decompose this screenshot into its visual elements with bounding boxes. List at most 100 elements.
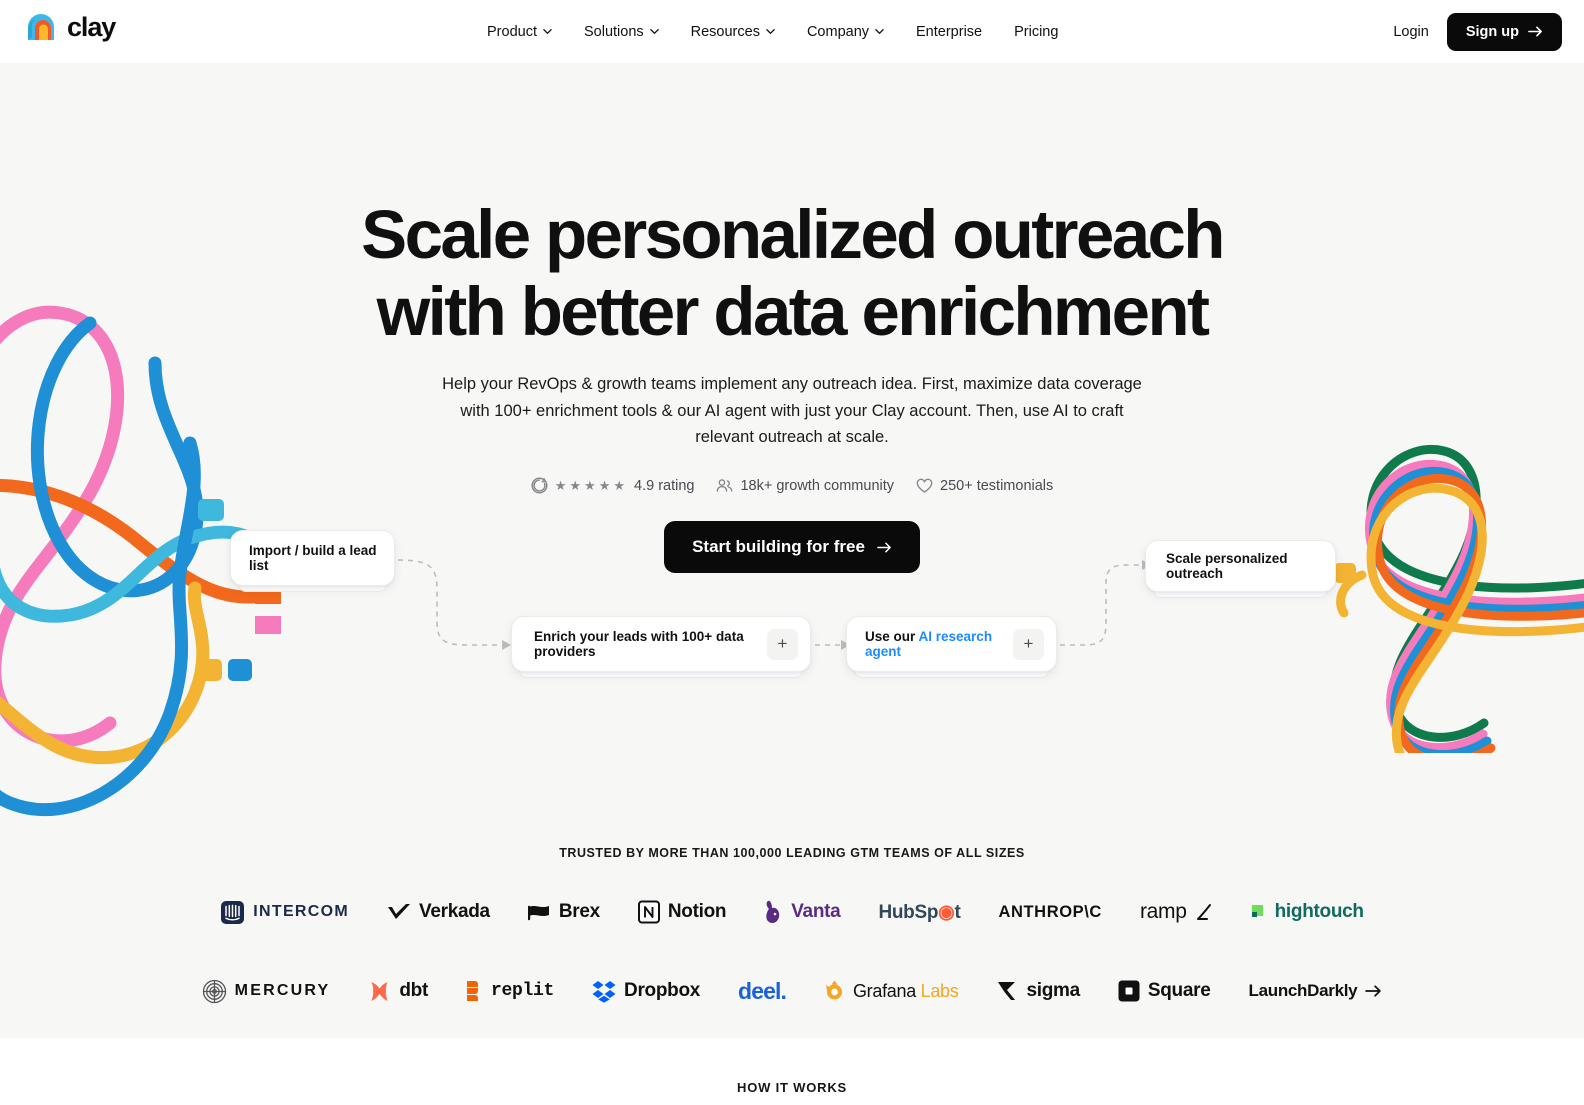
brand-mercury: MERCURY	[202, 972, 331, 1010]
community-label: 18k+ growth community	[740, 477, 895, 494]
flow-card-label-prefix: Use our	[865, 629, 919, 644]
star-icon: ★	[569, 478, 582, 493]
brand-verkada: Verkada	[387, 893, 490, 931]
logo-text: clay	[67, 12, 116, 42]
brand-name: ramp	[1139, 900, 1187, 923]
add-enrichment-button[interactable]: +	[767, 628, 798, 660]
auth-actions: Login Sign up	[1393, 0, 1562, 63]
nav-label: Resources	[690, 23, 760, 40]
arrow-right-icon	[1365, 985, 1382, 997]
brand-logo-row-1: INTERCOM Verkada Brex Notion Vanta HubSp…	[0, 893, 1584, 931]
flow-card-enrich[interactable]: Enrich your leads with 100+ data provide…	[511, 616, 811, 678]
chevron-down-icon	[766, 29, 775, 34]
headline-line-1: Scale personalized outreach	[361, 196, 1225, 273]
brand-vanta: Vanta	[764, 893, 841, 931]
brand-name: Grafana Labs	[852, 980, 959, 1001]
brand-deel: deel.	[738, 972, 787, 1010]
arrow-right-icon	[1528, 26, 1542, 37]
brand-name: hightouch	[1274, 901, 1364, 922]
clay-logo[interactable]: clay	[26, 12, 116, 42]
signup-button[interactable]: Sign up	[1446, 12, 1562, 51]
brand-name: HubSp◉t	[878, 901, 961, 923]
chevron-down-icon	[875, 29, 884, 34]
start-building-button[interactable]: Start building for free	[664, 521, 920, 573]
nav-label: Pricing	[1014, 23, 1059, 40]
nav-item-solutions[interactable]: Solutions	[568, 0, 675, 63]
social-proof-row: ★ ★ ★ ★ ★ 4.9 rating 18k+ growth communi…	[0, 477, 1584, 494]
brand-launchdarkly: LaunchDarkly	[1249, 972, 1383, 1010]
clay-arch-logo-icon	[28, 14, 54, 40]
brand-hightouch: hightouch	[1251, 893, 1364, 931]
landing-page: clay Product Solutions Resources Company…	[0, 0, 1584, 1105]
brand-name: LaunchDarkly	[1248, 981, 1358, 1000]
sigma-icon	[998, 982, 1016, 1000]
brand-name: Vanta	[791, 901, 841, 922]
hero-subtitle: Help your RevOps & growth teams implemen…	[442, 375, 1142, 447]
community-group: 18k+ growth community	[716, 478, 894, 494]
notion-icon	[637, 900, 660, 924]
site-header: clay Product Solutions Resources Company…	[0, 0, 1584, 63]
nav-item-pricing[interactable]: Pricing	[998, 0, 1074, 63]
trusted-by-label: TRUSTED BY MORE THAN 100,000 LEADING GTM…	[559, 846, 1025, 860]
brex-flag-icon	[527, 905, 549, 920]
brand-name: deel.	[738, 977, 787, 1004]
vanta-rabbit-icon	[766, 900, 780, 923]
chevron-down-icon	[649, 29, 659, 34]
testimonials-group: 250+ testimonials	[916, 478, 1053, 494]
mercury-orb-icon	[202, 979, 226, 1003]
nav-item-company[interactable]: Company	[791, 0, 900, 63]
rating-label: 4.9 rating	[634, 477, 695, 494]
nav-label: Product	[487, 23, 537, 40]
people-icon	[717, 479, 733, 492]
star-rating: ★ ★ ★ ★ ★	[555, 479, 625, 492]
brand-dbt: dbt	[368, 972, 428, 1010]
brand-name: Brex	[558, 901, 600, 922]
signup-label: Sign up	[1465, 23, 1519, 40]
brand-replit: replit	[466, 972, 554, 1010]
brand-grafana: Grafana Labs	[824, 972, 959, 1010]
testimonials-label: 250+ testimonials	[940, 477, 1054, 494]
flow-card-ai-agent[interactable]: Use our AI research agent +	[846, 616, 1057, 678]
nav-item-enterprise[interactable]: Enterprise	[900, 0, 998, 63]
arrow-right-icon	[877, 542, 891, 552]
brand-logo-row-2: MERCURY dbt replit Dropbox deel. Grafana…	[0, 972, 1584, 1010]
brand-name: Dropbox	[624, 980, 701, 1001]
brand-brex: Brex	[527, 893, 600, 931]
nav-item-resources[interactable]: Resources	[675, 0, 791, 63]
add-agent-button[interactable]: +	[1013, 628, 1044, 660]
star-icon: ★	[554, 478, 567, 493]
brand-name: dbt	[399, 980, 429, 1001]
star-icon: ★	[598, 478, 611, 493]
main-nav: Product Solutions Resources Company Ente…	[487, 0, 1074, 63]
page-title: Scale personalized outreach with better …	[0, 196, 1584, 350]
replit-icon	[467, 981, 479, 1001]
grafana-icon	[825, 980, 842, 1000]
brand-dropbox: Dropbox	[592, 972, 700, 1010]
brand-name: replit	[491, 981, 555, 1001]
g2-logo-icon	[531, 477, 548, 494]
hero-section: Scale personalized outreach with better …	[0, 63, 1584, 1038]
cta-container: Start building for free	[0, 521, 1584, 573]
flow-card-label: Enrich your leads with 100+ data provide…	[534, 629, 744, 659]
brand-name: Notion	[667, 901, 727, 922]
heart-icon	[916, 478, 933, 493]
nav-item-product[interactable]: Product	[487, 0, 568, 63]
hightouch-square-icon	[1251, 904, 1263, 917]
nav-label: Company	[806, 23, 870, 40]
nav-label: Solutions	[583, 23, 644, 40]
brand-hubspot: HubSp◉t	[878, 893, 960, 931]
brand-name: Verkada	[419, 901, 490, 922]
nav-label: Enterprise	[916, 23, 983, 40]
star-icon: ★	[584, 478, 596, 493]
login-link[interactable]: Login	[1393, 24, 1428, 40]
brand-name: MERCURY	[234, 982, 331, 999]
brand-name: INTERCOM	[253, 903, 350, 920]
brand-name: ANTHROP\C	[998, 902, 1102, 921]
square-icon	[1118, 980, 1140, 1002]
rating-group: ★ ★ ★ ★ ★ 4.9 rating	[531, 477, 695, 494]
verkada-check-icon	[388, 904, 411, 919]
brand-square: Square	[1118, 972, 1211, 1010]
dbt-x-icon	[371, 981, 388, 1001]
intercom-icon	[221, 900, 245, 924]
brand-intercom: INTERCOM	[220, 893, 349, 931]
